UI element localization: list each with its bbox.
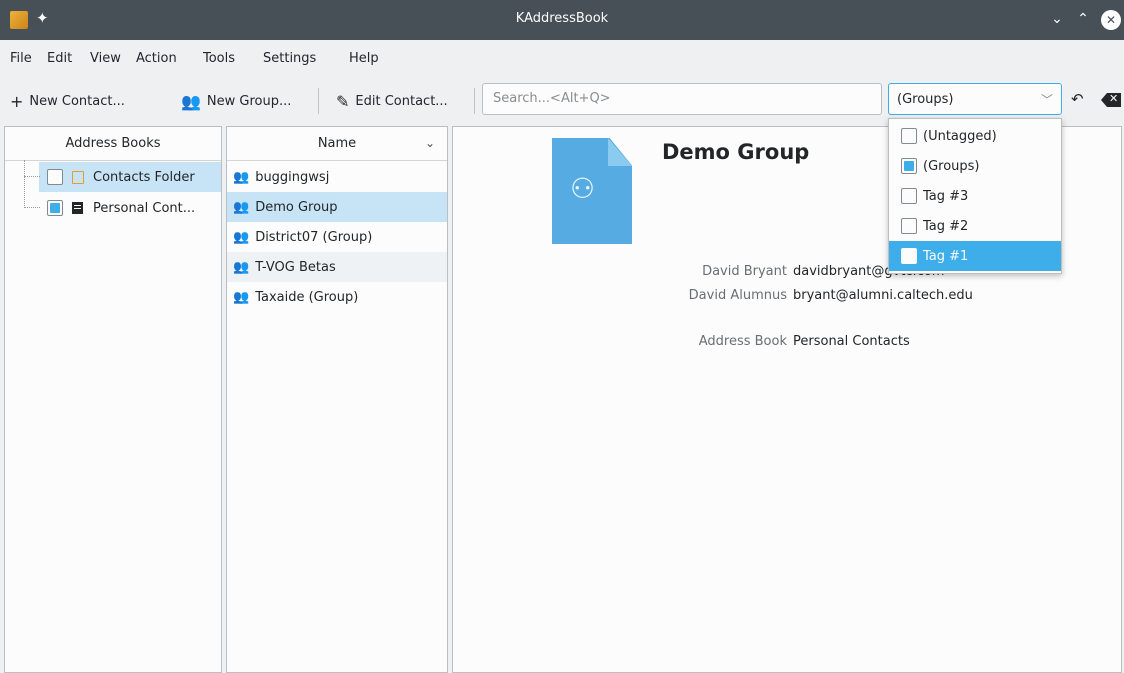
- edit-contact-label: Edit Contact...: [355, 93, 448, 109]
- address-books-header[interactable]: Address Books: [5, 127, 221, 161]
- name-column-header[interactable]: Name ⌄: [227, 127, 447, 161]
- toolbar-separator: [474, 88, 475, 114]
- address-book-contacts-folder[interactable]: Contacts Folder: [39, 162, 221, 192]
- group-icon: 👥: [233, 169, 250, 185]
- tag-option-groups[interactable]: (Groups): [889, 151, 1061, 181]
- tag-option-label: (Untagged): [923, 128, 997, 144]
- minimize-icon[interactable]: ⌄: [1046, 8, 1068, 30]
- maximize-icon[interactable]: ⌃: [1072, 8, 1094, 30]
- tag-filter-popup: (Untagged) (Groups) Tag #3 Tag #2 Tag #1: [888, 118, 1062, 274]
- list-item[interactable]: 👥 District07 (Group): [227, 222, 447, 252]
- tag-option-label: Tag #3: [923, 188, 969, 204]
- chevron-down-icon[interactable]: ⌄: [425, 136, 435, 150]
- edit-contact-button[interactable]: ✎ Edit Contact...: [336, 90, 448, 112]
- address-book-personal-contacts[interactable]: Personal Cont...: [39, 193, 221, 223]
- toolbar-separator: [318, 88, 319, 114]
- tag-option-tag3[interactable]: Tag #3: [889, 181, 1061, 211]
- menu-tools[interactable]: Tools: [203, 51, 235, 66]
- group-icon: 👥: [233, 199, 250, 215]
- contact-list-panel: Name ⌄ 👥 buggingwsj 👥 Demo Group 👥 Distr…: [226, 126, 448, 673]
- tag-option-label: (Groups): [923, 158, 980, 174]
- menu-edit[interactable]: Edit: [47, 51, 72, 66]
- tag-option-checkbox[interactable]: [901, 248, 917, 264]
- address-book-label: Address Book: [698, 334, 787, 349]
- group-photo: ⚇: [552, 138, 632, 244]
- address-books-panel: Address Books Contacts Folder Personal C…: [4, 126, 222, 673]
- contacts-folder-checkbox[interactable]: [47, 169, 63, 185]
- tag-option-checkbox[interactable]: [901, 188, 917, 204]
- personal-contacts-checkbox[interactable]: [47, 200, 63, 216]
- tree-line: [24, 176, 40, 177]
- menu-settings[interactable]: Settings: [263, 51, 316, 66]
- tree-line: [24, 160, 25, 208]
- address-book-value: Personal Contacts: [793, 334, 910, 349]
- list-item-label: T-VOG Betas: [255, 259, 336, 275]
- detail-title: Demo Group: [662, 140, 810, 164]
- list-item-label: buggingwsj: [255, 169, 330, 185]
- folder-icon: [72, 170, 84, 184]
- tag-option-label: Tag #2: [923, 218, 969, 234]
- menu-action[interactable]: Action: [136, 51, 177, 66]
- title-bar: ✦ KAddressBook ⌄ ⌃ ✕: [0, 0, 1124, 40]
- menu-bar: File Edit View Action Tools Settings Hel…: [0, 40, 1124, 78]
- address-book-label: Contacts Folder: [93, 169, 195, 185]
- tag-option-tag2[interactable]: Tag #2: [889, 211, 1061, 241]
- list-item[interactable]: 👥 Taxaide (Group): [227, 282, 447, 312]
- group-icon: ⚇: [570, 172, 596, 205]
- plus-icon: +: [10, 91, 24, 111]
- tag-option-label: Tag #1: [923, 248, 969, 264]
- new-contact-button[interactable]: + New Contact...: [10, 90, 125, 112]
- list-item[interactable]: 👥 buggingwsj: [227, 162, 447, 192]
- tag-option-checkbox[interactable]: [901, 128, 917, 144]
- member-name: David Bryant: [702, 264, 787, 279]
- new-group-button[interactable]: 👥 New Group...: [181, 90, 291, 112]
- tree-line: [24, 207, 40, 208]
- new-group-label: New Group...: [206, 93, 292, 109]
- menu-file[interactable]: File: [10, 51, 32, 66]
- group-icon: 👥: [233, 289, 250, 305]
- address-book-label: Personal Cont...: [93, 200, 196, 216]
- undo-icon[interactable]: ↶: [1071, 90, 1084, 108]
- menu-view[interactable]: View: [90, 51, 121, 66]
- tag-option-tag1[interactable]: Tag #1: [889, 241, 1061, 271]
- tag-option-checkbox[interactable]: [901, 218, 917, 234]
- list-item[interactable]: 👥 Demo Group: [227, 192, 447, 222]
- tag-option-checkbox[interactable]: [901, 158, 917, 174]
- list-item-label: Taxaide (Group): [255, 289, 359, 305]
- new-contact-label: New Contact...: [29, 93, 125, 109]
- chevron-down-icon: ﹀: [1040, 93, 1053, 107]
- tag-filter-value: (Groups): [897, 92, 954, 107]
- name-column-label: Name: [317, 136, 357, 151]
- group-icon: 👥: [181, 91, 201, 111]
- group-icon: 👥: [233, 259, 250, 275]
- search-input[interactable]: Search...<Alt+Q>: [482, 83, 882, 115]
- window-title: KAddressBook: [515, 11, 609, 26]
- list-item-label: Demo Group: [255, 199, 338, 215]
- list-item-label: District07 (Group): [255, 229, 373, 245]
- tag-option-untagged[interactable]: (Untagged): [889, 121, 1061, 151]
- member-name: David Alumnus: [688, 288, 787, 303]
- tag-filter-select[interactable]: (Groups) ﹀: [888, 83, 1062, 115]
- group-icon: 👥: [233, 229, 250, 245]
- addressbook-icon: [72, 202, 83, 214]
- list-item[interactable]: 👥 T-VOG Betas: [227, 252, 447, 282]
- member-email-link[interactable]: bryant@alumni.caltech.edu: [793, 288, 973, 303]
- close-icon[interactable]: ✕: [1101, 10, 1121, 30]
- pencil-icon: ✎: [336, 91, 350, 111]
- menu-help[interactable]: Help: [349, 51, 379, 66]
